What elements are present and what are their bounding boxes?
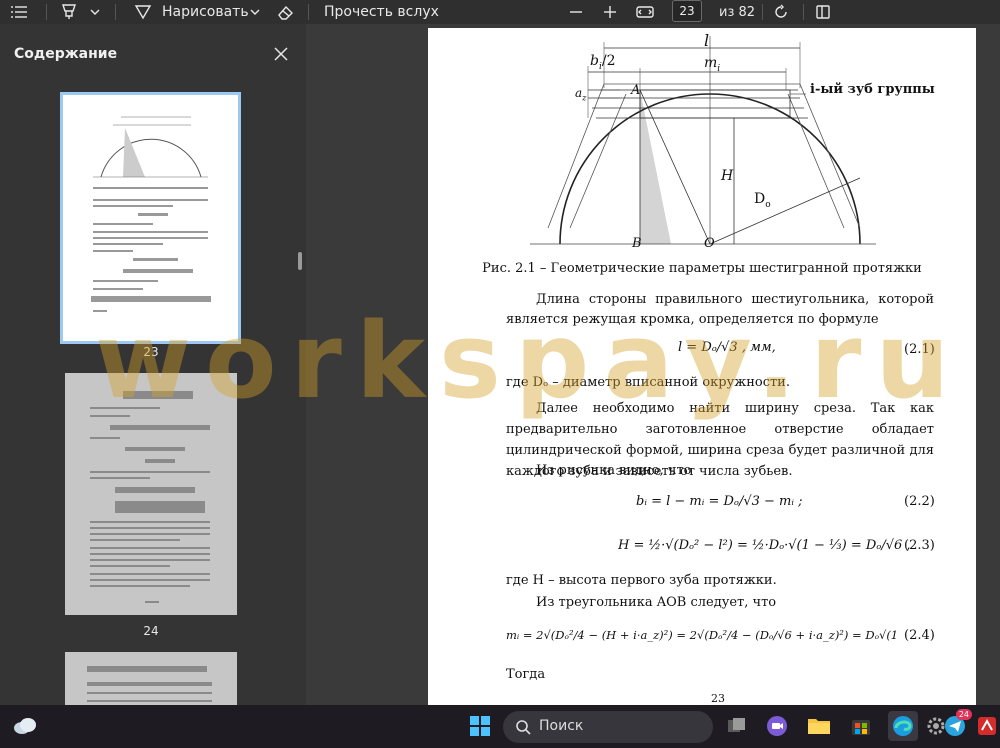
sidebar-title: Содержание xyxy=(14,46,118,62)
plus-icon[interactable] xyxy=(603,0,617,24)
toolbar-divider xyxy=(115,4,116,20)
edge-browser-icon[interactable] xyxy=(888,711,918,741)
equation-number: (2.1) xyxy=(904,342,935,357)
thumbnail-page-number: 24 xyxy=(143,624,159,638)
close-icon[interactable] xyxy=(272,45,290,63)
highlighter-chevron-down-icon[interactable] xyxy=(90,0,100,24)
paragraph: Из рисунка видно, что xyxy=(536,463,692,478)
figure-2-1 xyxy=(530,36,876,245)
label-b: b xyxy=(590,53,599,69)
paragraph: где H – высота первого зуба протяжки. xyxy=(506,573,777,588)
page-thumbnail-24[interactable] xyxy=(65,373,237,615)
search-icon xyxy=(516,720,531,735)
toolbar-divider xyxy=(46,4,47,20)
page-number-input[interactable]: 23 xyxy=(672,0,702,22)
toolbar-divider xyxy=(762,4,763,20)
label-mi: mi xyxy=(704,55,720,74)
thumbnail-preview xyxy=(90,391,210,603)
label-d-sub: o xyxy=(765,199,771,210)
label-d: D xyxy=(754,191,766,207)
label-point-o: O xyxy=(704,236,715,251)
telegram-icon[interactable]: 24 xyxy=(940,709,972,741)
eraser-icon[interactable] xyxy=(277,0,295,24)
thumbnail-preview xyxy=(87,666,212,702)
sidebar-scrollbar[interactable] xyxy=(298,252,302,270)
label-l: l xyxy=(704,31,710,50)
toolbar-divider xyxy=(308,4,309,20)
thumbnail-preview xyxy=(91,116,211,312)
draw-button[interactable]: Нарисовать xyxy=(162,0,249,24)
page-thumbnail-25[interactable] xyxy=(65,652,237,712)
label-az: az xyxy=(575,86,586,102)
highlighter-icon[interactable] xyxy=(60,0,78,24)
page-thumbnail-23[interactable] xyxy=(60,92,241,344)
paragraph: Длина стороны правильного шестиугольника… xyxy=(506,292,934,327)
hamburger-list-icon[interactable] xyxy=(10,0,28,24)
search-placeholder: Поиск xyxy=(539,718,584,734)
taskbar: Поиск 24 xyxy=(0,705,1000,748)
task-view-icon[interactable] xyxy=(722,711,752,741)
minus-icon[interactable] xyxy=(569,0,583,24)
formula-2-4: mᵢ = 2√(Dₒ²/4 − (H + i·a_z)²) = 2√(Dₒ²/4… xyxy=(506,628,898,642)
read-aloud-label: Прочесть вслух xyxy=(324,4,439,20)
label-point-a: A xyxy=(631,83,641,98)
weather-cloud-icon[interactable] xyxy=(8,711,42,741)
toolbar: Нарисовать Прочесть вслух 23 из 82 xyxy=(0,0,1000,24)
page-total-text: из 82 xyxy=(719,4,756,20)
label-diameter: Do xyxy=(754,191,771,210)
microsoft-store-icon[interactable] xyxy=(846,711,876,741)
paragraph: Тогда xyxy=(506,667,546,682)
taskbar-search-box[interactable]: Поиск xyxy=(503,711,713,743)
formula-2-1: l = Dₒ/√3 , мм, xyxy=(678,340,776,355)
document-viewport: l bi/2 mi az A i-ый зуб группы H Do B O … xyxy=(306,24,1000,705)
read-aloud-button[interactable]: Прочесть вслух xyxy=(324,0,439,24)
page-number: 23 xyxy=(711,692,725,705)
draw-chevron-down-icon[interactable] xyxy=(250,0,260,24)
label-bi: bi/2 xyxy=(590,53,615,72)
fit-page-icon[interactable] xyxy=(636,0,654,24)
label-h: H xyxy=(721,168,734,184)
thumbnail-page-number: 23 xyxy=(143,345,159,359)
paragraph: Из треугольника AOB следует, что xyxy=(536,595,777,610)
notification-badge: 24 xyxy=(955,709,972,720)
toolbar-divider xyxy=(803,4,804,20)
contents-sidebar: Содержание 23 24 xyxy=(0,24,306,712)
label-m: m xyxy=(704,55,718,71)
label-b-frac: /2 xyxy=(601,53,616,69)
windows-start-icon[interactable] xyxy=(465,711,495,741)
formula-2-3: H = ½·√(Dₒ² − l²) = ½·Dₒ·√(1 − ⅓) = Dₒ/√… xyxy=(618,538,911,553)
label-m-sub: i xyxy=(717,63,721,74)
page-view-icon[interactable] xyxy=(815,0,831,24)
label-a-sub: z xyxy=(582,93,587,103)
rotate-icon[interactable] xyxy=(773,0,789,24)
pen-icon[interactable] xyxy=(134,0,152,24)
chat-video-icon[interactable] xyxy=(762,711,792,741)
equation-number: (2.2) xyxy=(904,494,935,509)
page-total-label: из 82 xyxy=(719,0,755,24)
formula-2-2: bᵢ = l − mᵢ = Dₒ/√3 − mᵢ ; xyxy=(636,494,803,509)
figure-caption: Рис. 2.1 – Геометрические параметры шест… xyxy=(482,261,922,276)
current-page-value: 23 xyxy=(679,4,695,18)
equation-number: (2.3) xyxy=(904,538,935,553)
file-explorer-icon[interactable] xyxy=(804,711,834,741)
label-tooth-group: i-ый зуб группы xyxy=(810,82,935,97)
label-point-b: B xyxy=(632,236,642,251)
document-page: l bi/2 mi az A i-ый зуб группы H Do B O … xyxy=(428,28,976,705)
equation-number: (2.4) xyxy=(904,628,935,643)
paragraph: где Dₒ – диаметр вписанной окружности. xyxy=(506,375,790,390)
pdf-viewer-window: Нарисовать Прочесть вслух 23 из 82 Содер… xyxy=(0,0,1000,748)
pdf-reader-icon[interactable] xyxy=(972,711,1000,741)
draw-button-label: Нарисовать xyxy=(162,4,249,20)
